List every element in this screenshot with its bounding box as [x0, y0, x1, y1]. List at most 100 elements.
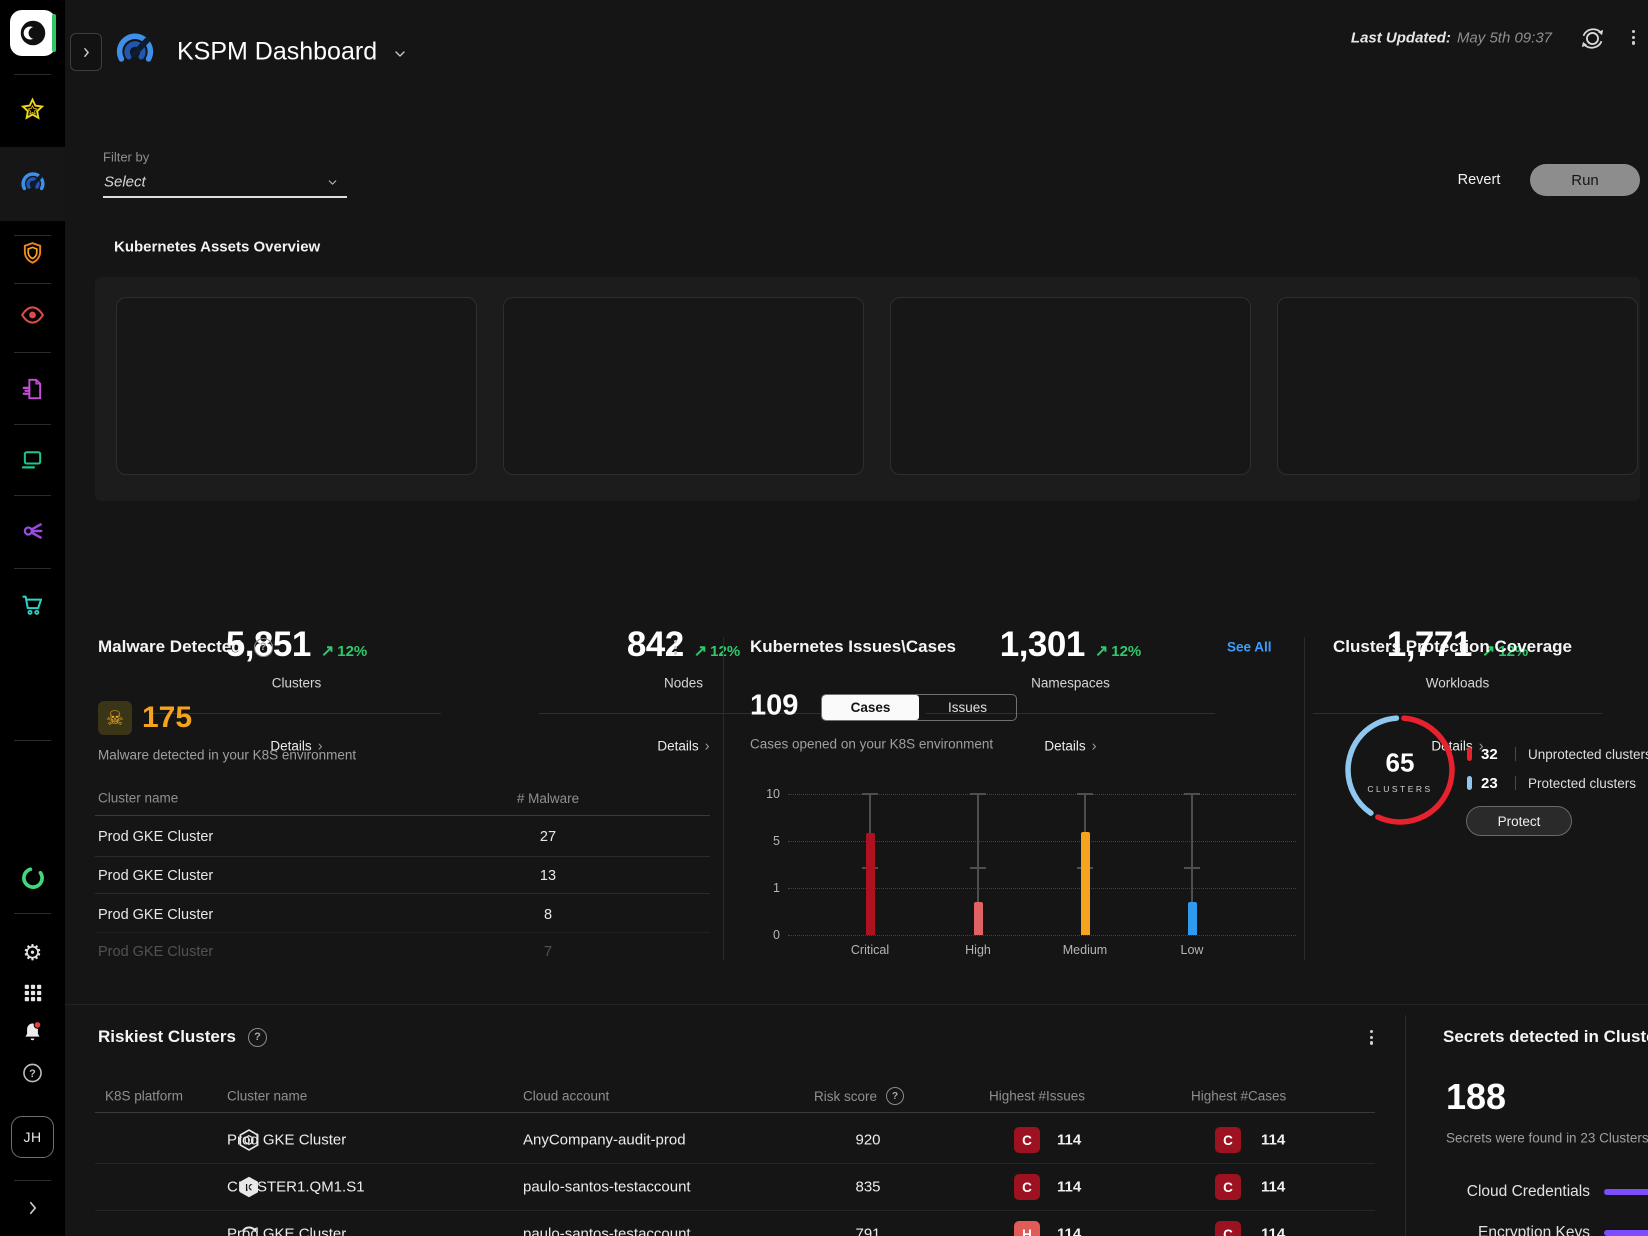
monitor-icon	[19, 446, 46, 473]
secret-item-label[interactable]: Cloud Credentials	[1440, 1183, 1590, 1201]
divider	[95, 856, 710, 857]
chevron-right-icon: ›	[1092, 738, 1097, 755]
stat-label: Clusters	[117, 676, 476, 691]
eye-icon	[19, 302, 46, 329]
sidebar-item-help[interactable]: ?	[0, 1061, 65, 1086]
stat-card-workloads: 1,771 ↗12% Workloads Details›	[1277, 297, 1638, 475]
sidebar-divider	[14, 913, 51, 914]
trend-up-icon: ↗	[1095, 641, 1108, 661]
panel-divider	[1405, 1015, 1406, 1236]
secret-item-bar	[1604, 1189, 1648, 1195]
bell-icon	[20, 1020, 45, 1045]
secrets-title: Secrets detected in Clusters	[1443, 1027, 1648, 1047]
sidebar-item-workstations[interactable]	[0, 446, 65, 473]
malware-row[interactable]: Prod GKE Cluster13	[98, 868, 710, 884]
panel-divider	[723, 637, 724, 960]
stat-card-nodes: 842 ↗12% Nodes Details›	[503, 297, 864, 475]
riskiest-kebab-menu[interactable]	[1366, 1026, 1377, 1049]
stat-value: 1,301	[1000, 625, 1085, 665]
run-button[interactable]: Run	[1530, 164, 1640, 196]
sidebar-divider	[14, 740, 51, 741]
last-updated: Last Updated: May 5th 09:37	[1351, 30, 1552, 47]
help-icon[interactable]: ?	[254, 638, 273, 657]
severity-badge: C	[1014, 1174, 1040, 1200]
sidebar-item-favorites[interactable]	[0, 97, 65, 124]
riskiest-panel-header: Riskiest Clusters ?	[98, 1027, 267, 1047]
avatar[interactable]: JH	[11, 1116, 54, 1158]
sidebar-item-apps[interactable]	[0, 982, 65, 1004]
col-highest-issues: Highest #Issues	[989, 1089, 1085, 1104]
sidebar-expand-button[interactable]	[0, 1199, 65, 1217]
sidebar-item-reports[interactable]	[0, 376, 65, 403]
cases-count: 109	[750, 690, 798, 723]
secret-item-label[interactable]: Encryption Keys	[1440, 1224, 1590, 1236]
cases-issues-toggle: Cases Issues	[821, 694, 1017, 721]
riskiest-row[interactable]: Prod GKE Cluster AnyCompany-audit-prod 9…	[95, 1117, 1375, 1163]
kspm-title-icon	[113, 30, 157, 74]
tab-cases[interactable]: Cases	[822, 695, 919, 720]
see-all-link[interactable]: See All	[1227, 640, 1272, 655]
sidebar-divider	[14, 283, 51, 284]
y-tick: 10	[742, 787, 780, 801]
sidebar-item-visibility[interactable]	[0, 302, 65, 329]
apps-grid-icon	[22, 982, 44, 1004]
sidebar-item-notifications[interactable]	[0, 1020, 65, 1045]
sidebar-item-connections[interactable]	[0, 518, 65, 545]
refresh-button[interactable]	[1578, 24, 1607, 53]
sidebar-item-settings[interactable]: ⚙	[0, 942, 65, 964]
divider	[95, 893, 710, 894]
protect-button[interactable]: Protect	[1466, 806, 1572, 836]
help-icon: ?	[20, 1061, 45, 1086]
star-icon	[19, 97, 46, 124]
malware-kebab-menu[interactable]	[670, 636, 681, 659]
riskiest-title: Riskiest Clusters	[98, 1027, 236, 1047]
y-tick: 1	[742, 881, 780, 895]
malware-count: 175	[142, 701, 192, 735]
divider	[152, 713, 441, 714]
chevron-down-icon[interactable]	[326, 176, 339, 189]
severity-badge: C	[1014, 1127, 1040, 1153]
sidebar-item-status-ring[interactable]	[0, 865, 65, 891]
x-label: Medium	[1063, 943, 1107, 957]
help-icon[interactable]: ?	[886, 1087, 904, 1105]
bar	[1081, 832, 1090, 935]
gridline	[788, 888, 1296, 889]
network-share-icon	[19, 518, 46, 545]
help-icon[interactable]: ?	[248, 1028, 267, 1047]
header-kebab-menu[interactable]	[1628, 26, 1639, 49]
sidebar-item-kspm[interactable]	[0, 170, 65, 198]
y-tick: 5	[742, 834, 780, 848]
sidebar-item-marketplace[interactable]	[0, 592, 65, 619]
cases-subtitle: Cases opened on your K8S environment	[750, 737, 993, 752]
malware-row[interactable]: Prod GKE Cluster8	[98, 907, 710, 923]
sidebar: ⚙ ?	[0, 0, 65, 1236]
malware-subtitle: Malware detected in your K8S environment	[98, 748, 356, 763]
app-logo[interactable]	[10, 10, 56, 56]
revert-button[interactable]: Revert	[1446, 164, 1512, 196]
skull-icon: ☠	[106, 706, 124, 731]
riskiest-row[interactable]: Prod GKE Cluster paulo-santos-testaccoun…	[95, 1211, 1375, 1236]
last-updated-label: Last Updated:	[1351, 30, 1451, 47]
malware-row[interactable]: Prod GKE Cluster27	[98, 829, 710, 845]
malware-row[interactable]: Prod GKE Cluster7	[98, 944, 710, 960]
kspm-dashboard-app: ⚙ ?	[0, 0, 1648, 1236]
sidebar-item-shield[interactable]	[0, 240, 65, 267]
secret-item-bar	[1604, 1230, 1648, 1236]
x-label: High	[965, 943, 991, 957]
bar	[974, 902, 983, 935]
column-cluster-name: Cluster name	[98, 791, 178, 806]
gear-icon: ⚙	[23, 942, 43, 964]
logo-accent-bar	[52, 14, 56, 52]
last-updated-value: May 5th 09:37	[1457, 30, 1552, 47]
y-tick: 0	[742, 928, 780, 942]
stat-label: Namespaces	[891, 676, 1250, 691]
severity-badge: H	[1014, 1221, 1040, 1236]
panel-expand-button[interactable]	[70, 33, 102, 71]
filter-select[interactable]: Select	[104, 174, 146, 191]
title-dropdown[interactable]	[392, 46, 408, 62]
tab-issues[interactable]: Issues	[919, 695, 1016, 720]
riskiest-row[interactable]: K CLUSTER1.QM1.S1 paulo-santos-testaccou…	[95, 1164, 1375, 1210]
bar	[1188, 902, 1197, 935]
malware-count-box: ☠	[98, 701, 132, 735]
sidebar-divider	[14, 74, 51, 75]
